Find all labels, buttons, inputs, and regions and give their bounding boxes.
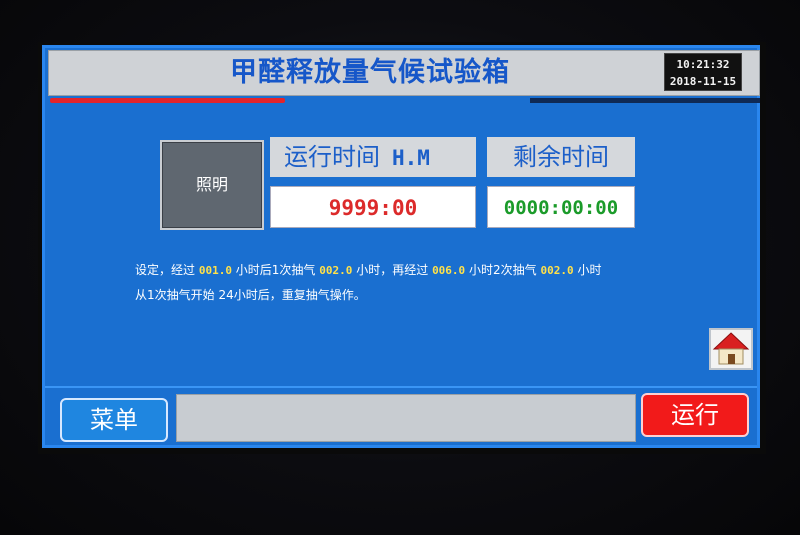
first-extraction-value[interactable]: 002.0 (319, 264, 352, 277)
run-time-header: 运行时间 H.M (270, 137, 476, 177)
clock-date: 2018-11-15 (669, 75, 737, 88)
run-button[interactable]: 运行 (641, 393, 749, 437)
first-interval-value[interactable]: 001.0 (199, 264, 232, 277)
home-icon (712, 332, 750, 365)
footer-divider (45, 386, 757, 388)
settings-text: 小时，再经过 (356, 263, 429, 277)
second-interval-value[interactable]: 006.0 (432, 264, 465, 277)
clock-time: 10:21:32 (676, 58, 730, 71)
settings-text: 小时 (577, 263, 602, 277)
settings-line-2: 从1次抽气开始 24小时后，重复抽气操作。 (135, 288, 366, 302)
settings-text: 小时2次抽气 (469, 263, 537, 277)
message-bar (176, 394, 636, 442)
settings-text: 设定，经过 (135, 263, 196, 277)
remaining-time-value: 0000:00:00 (487, 186, 635, 228)
page-title: 甲醛释放量气候试验箱 (230, 57, 510, 88)
menu-button[interactable]: 菜单 (60, 398, 168, 442)
settings-description: 设定，经过 001.0 小时后1次抽气 002.0 小时，再经过 006.0 小… (135, 258, 755, 307)
datetime-display: 10:21:32 2018-11-15 (664, 53, 742, 91)
header-accent-red (50, 98, 285, 103)
settings-line-1: 设定，经过 001.0 小时后1次抽气 002.0 小时，再经过 006.0 小… (135, 258, 755, 283)
run-time-value[interactable]: 9999:00 (270, 186, 476, 228)
light-button[interactable]: 照明 (160, 140, 264, 230)
home-button[interactable] (709, 328, 753, 370)
run-time-unit: H.M (392, 146, 430, 170)
header-accent-dark (530, 98, 760, 103)
settings-text: 小时后1次抽气 (235, 263, 316, 277)
remaining-time-label: 剩余时间 (487, 137, 635, 177)
run-time-label: 运行时间 (284, 143, 380, 171)
second-extraction-value[interactable]: 002.0 (540, 264, 573, 277)
